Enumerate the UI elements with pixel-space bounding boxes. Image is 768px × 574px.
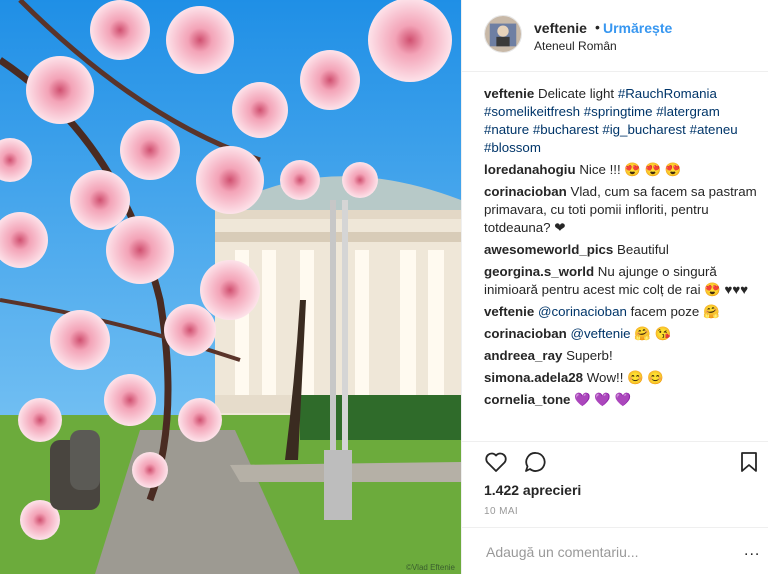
likes-count[interactable]: 1.422 aprecieri xyxy=(484,482,581,498)
comment-text: Superb! xyxy=(566,348,613,363)
location-link[interactable]: Ateneul Român xyxy=(534,39,617,53)
comment-username[interactable]: corinacioban xyxy=(484,184,567,199)
post-side-panel: veftenie • Urmărește Ateneul Român vefte… xyxy=(461,0,768,574)
caption: veftenie Delicate light #RauchRomania #s… xyxy=(484,85,764,157)
comment-username[interactable]: loredanahogiu xyxy=(484,162,576,177)
comment-text: facem poze 🤗 xyxy=(630,304,720,319)
comment: cornelia_tone 💜 💜 💜 xyxy=(484,391,764,409)
follow-button[interactable]: Urmărește xyxy=(603,20,672,36)
comment-username[interactable]: corinacioban xyxy=(484,326,567,341)
blossom-photo-illustration xyxy=(0,0,461,574)
comment: loredanahogiu Nice !!! 😍 😍 😍 xyxy=(484,161,764,179)
add-comment-input[interactable] xyxy=(484,542,728,562)
more-options-button[interactable]: ... xyxy=(744,542,760,560)
action-bar xyxy=(462,441,768,481)
hashtag-link[interactable]: #somelikeitfresh xyxy=(484,104,580,119)
comment-text: 🤗 😘 xyxy=(634,326,672,341)
comment: simona.adela28 Wow!! 😊 😊 xyxy=(484,369,764,387)
avatar[interactable] xyxy=(484,15,522,53)
people-on-bench xyxy=(50,430,100,510)
hashtag-link[interactable]: #RauchRomania xyxy=(618,86,717,101)
comment-username[interactable]: andreea_ray xyxy=(484,348,562,363)
post-header: veftenie • Urmărește Ateneul Român xyxy=(462,0,768,72)
hashtag-link[interactable]: #blossom xyxy=(484,140,541,155)
comment: corinacioban Vlad, cum sa facem sa pastr… xyxy=(484,183,764,237)
header-username[interactable]: veftenie xyxy=(534,20,587,36)
comment: awesomeworld_pics Beautiful xyxy=(484,241,764,259)
comment-username[interactable]: simona.adela28 xyxy=(484,370,583,385)
comment-username[interactable]: veftenie xyxy=(484,304,534,319)
comment-text: Beautiful xyxy=(617,242,669,257)
comment: corinacioban @veftenie 🤗 😘 xyxy=(484,325,764,343)
comment-text: 💜 💜 💜 xyxy=(574,392,632,407)
hashtag-link[interactable]: #bucharest xyxy=(533,122,599,137)
comment-icon[interactable] xyxy=(524,451,548,478)
mention-link[interactable]: @veftenie xyxy=(570,326,630,341)
hashtag-link[interactable]: #ig_bucharest xyxy=(602,122,686,137)
avatar-image xyxy=(485,16,521,52)
comments-list: veftenie Delicate light #RauchRomania #s… xyxy=(484,85,764,413)
hashtag-link[interactable]: #ateneu xyxy=(690,122,738,137)
caption-username[interactable]: veftenie xyxy=(484,86,534,101)
comment-text: Nice !!! 😍 😍 😍 xyxy=(579,162,682,177)
photo-watermark: ©Vlad Eftenie xyxy=(405,563,455,572)
header-separator: • xyxy=(595,19,600,35)
hashtag-link[interactable]: #latergram xyxy=(656,104,720,119)
comment: andreea_ray Superb! xyxy=(484,347,764,365)
comment: veftenie @corinacioban facem poze 🤗 xyxy=(484,303,764,321)
comment-text: Wow!! 😊 😊 xyxy=(586,370,664,385)
comment: georgina.s_world Nu ajunge o singură ini… xyxy=(484,263,764,299)
add-comment-bar: ... xyxy=(462,527,768,574)
hashtag-link[interactable]: #nature xyxy=(484,122,529,137)
hashtag-link[interactable]: #springtime xyxy=(584,104,653,119)
post-date[interactable]: 10 MAI xyxy=(484,506,518,517)
heart-icon[interactable] xyxy=(484,451,508,478)
mention-link[interactable]: @corinacioban xyxy=(538,304,627,319)
comment-username[interactable]: awesomeworld_pics xyxy=(484,242,613,257)
caption-text: Delicate light xyxy=(537,86,615,101)
comment-username[interactable]: georgina.s_world xyxy=(484,264,594,279)
post-photo[interactable]: ©Vlad Eftenie xyxy=(0,0,461,574)
comment-username[interactable]: cornelia_tone xyxy=(484,392,570,407)
bookmark-icon[interactable] xyxy=(740,451,758,478)
